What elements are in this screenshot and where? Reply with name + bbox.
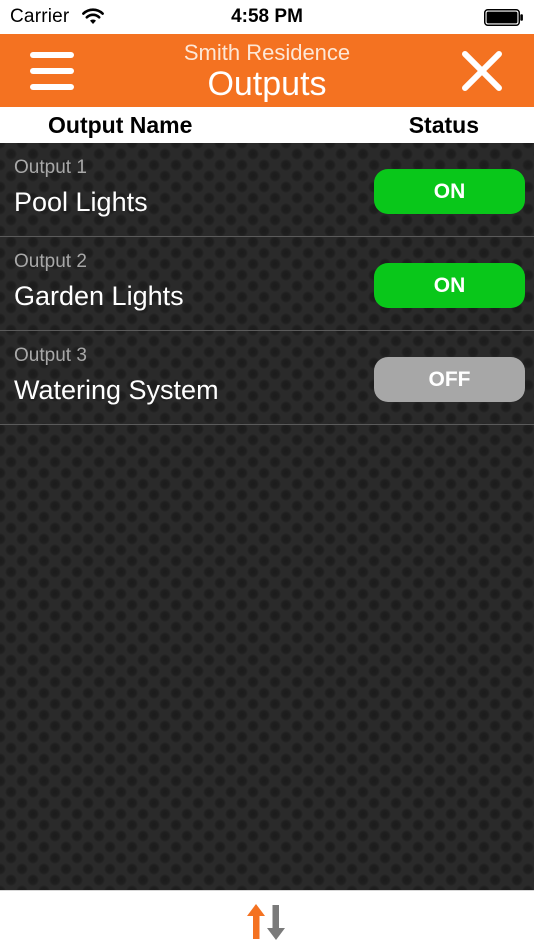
outputs-list: Output 1 Pool Lights ON Output 2 Garden … <box>0 143 534 890</box>
column-status: Status <box>408 112 479 138</box>
battery-icon <box>484 9 523 26</box>
status-toggle-button[interactable]: ON <box>374 169 525 214</box>
column-header: Output Name Status <box>0 107 534 143</box>
close-icon[interactable] <box>460 49 504 93</box>
list-item: Output 1 Pool Lights ON <box>0 143 534 237</box>
page-title: Outputs <box>207 65 327 103</box>
output-number: Output 3 <box>14 345 87 366</box>
output-name: Garden Lights <box>14 281 184 311</box>
output-number: Output 2 <box>14 251 87 272</box>
status-bar: Carrier 4:58 PM <box>0 0 534 34</box>
status-time: 4:58 PM <box>231 6 303 27</box>
status-toggle-button[interactable]: OFF <box>374 357 525 402</box>
output-number: Output 1 <box>14 157 87 178</box>
column-output-name: Output Name <box>48 112 193 138</box>
site-name: Smith Residence <box>183 40 351 65</box>
sync-arrows-icon[interactable] <box>246 903 288 941</box>
list-item: Output 3 Watering System OFF <box>0 331 534 425</box>
nav-bar: Smith Residence Outputs <box>0 34 534 107</box>
status-toggle-button[interactable]: ON <box>374 263 525 308</box>
output-name: Watering System <box>14 375 219 405</box>
output-name: Pool Lights <box>14 187 148 217</box>
bottom-toolbar <box>0 890 534 951</box>
list-item: Output 2 Garden Lights ON <box>0 237 534 331</box>
